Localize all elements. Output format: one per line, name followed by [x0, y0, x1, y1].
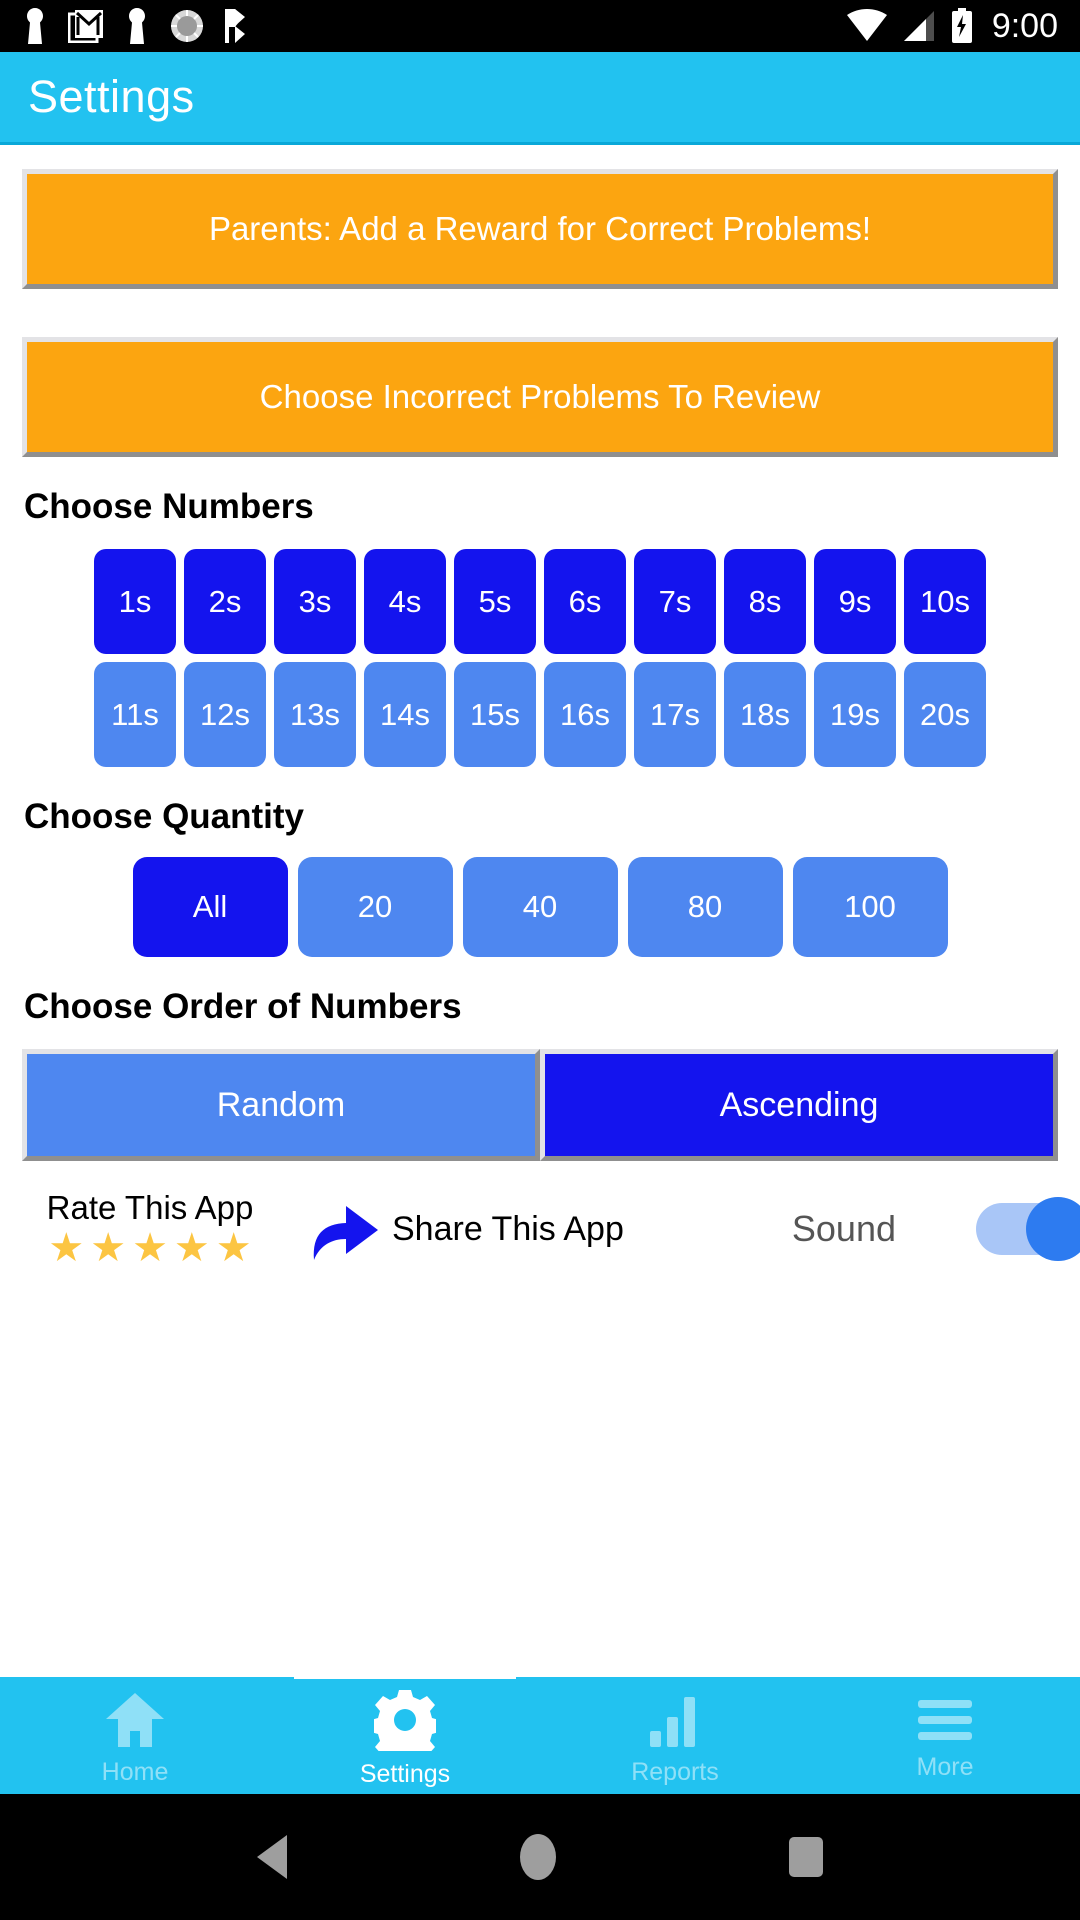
- number-button-15s[interactable]: 15s: [454, 662, 536, 767]
- recents-icon[interactable]: [789, 1837, 824, 1877]
- review-incorrect-problems-button[interactable]: Choose Incorrect Problems To Review: [22, 337, 1058, 457]
- keyhole-icon: [27, 8, 43, 44]
- add-reward-button[interactable]: Parents: Add a Reward for Correct Proble…: [22, 169, 1058, 289]
- rate-this-app-button[interactable]: Rate This App ★ ★ ★ ★ ★: [0, 1188, 300, 1268]
- quantity-row: All 20 40 80 100: [0, 857, 1080, 957]
- choose-quantity-heading: Choose Quantity: [24, 797, 305, 836]
- star-icon[interactable]: ★: [132, 1228, 168, 1268]
- reward-button-wrapper: Parents: Add a Reward for Correct Proble…: [0, 169, 1080, 289]
- number-button-1s[interactable]: 1s: [94, 549, 176, 654]
- quantity-button-20[interactable]: 20: [297, 857, 453, 957]
- quantity-button-40[interactable]: 40: [462, 857, 618, 957]
- nav-item-settings[interactable]: Settings: [270, 1671, 540, 1794]
- rating-stars[interactable]: ★ ★ ★ ★ ★: [48, 1228, 251, 1268]
- order-button-ascending[interactable]: Ascending: [540, 1049, 1058, 1161]
- nav-label-home: Home: [101, 1757, 169, 1786]
- quantity-button-all[interactable]: All: [132, 857, 288, 957]
- share-arrow-icon: [313, 1206, 378, 1260]
- bar-chart-icon: [646, 1691, 704, 1754]
- android-navigation-bar: [0, 1794, 1080, 1920]
- sound-label: Sound: [791, 1208, 896, 1249]
- checkmark-flag-icon: [225, 9, 245, 43]
- clock-dial-icon: [171, 10, 203, 42]
- rate-this-app-label: Rate This App: [46, 1188, 254, 1226]
- choose-numbers-heading: Choose Numbers: [24, 487, 314, 526]
- number-button-16s[interactable]: 16s: [544, 662, 626, 767]
- page-title: Settings: [28, 71, 195, 122]
- number-button-3s[interactable]: 3s: [274, 549, 356, 654]
- number-button-20s[interactable]: 20s: [904, 662, 986, 767]
- nav-label-reports: Reports: [631, 1757, 719, 1786]
- choose-order-heading: Choose Order of Numbers: [24, 987, 462, 1026]
- actions-row: Rate This App ★ ★ ★ ★ ★ Share This App Sound: [0, 1161, 1080, 1281]
- quantity-button-80[interactable]: 80: [627, 857, 783, 957]
- bottom-navigation: Home Settings Reports More: [0, 1671, 1080, 1794]
- nav-active-indicator: [294, 1671, 516, 1679]
- share-this-app-label: Share This App: [392, 1209, 624, 1248]
- number-button-10s[interactable]: 10s: [904, 549, 986, 654]
- nav-item-home[interactable]: Home: [0, 1677, 270, 1794]
- star-icon[interactable]: ★: [216, 1228, 252, 1268]
- number-button-14s[interactable]: 14s: [364, 662, 446, 767]
- battery-charging-icon: [951, 8, 972, 43]
- settings-content: Parents: Add a Reward for Correct Proble…: [0, 145, 1080, 1677]
- nav-label-settings: Settings: [359, 1759, 451, 1788]
- app-bar: Settings: [0, 52, 1080, 145]
- number-button-2s[interactable]: 2s: [184, 549, 266, 654]
- status-bar-notification-icons: [22, 7, 252, 45]
- number-button-4s[interactable]: 4s: [364, 549, 446, 654]
- number-button-8s[interactable]: 8s: [724, 549, 806, 654]
- status-bar-system-icons: 9:00: [846, 7, 1058, 45]
- wifi-icon: [846, 9, 887, 41]
- number-button-5s[interactable]: 5s: [454, 549, 536, 654]
- nav-label-more: More: [916, 1752, 974, 1781]
- number-button-18s[interactable]: 18s: [724, 662, 806, 767]
- numbers-row-2: 11s 12s 13s 14s 15s 16s 17s 18s 19s 20s: [0, 662, 1080, 767]
- status-bar: 9:00: [0, 0, 1080, 52]
- order-row: Random Ascending: [0, 1049, 1080, 1161]
- star-icon[interactable]: ★: [90, 1228, 126, 1268]
- nav-item-more[interactable]: More: [810, 1677, 1080, 1794]
- back-icon[interactable]: [256, 1835, 287, 1879]
- star-icon[interactable]: ★: [174, 1228, 210, 1268]
- star-icon[interactable]: ★: [48, 1228, 84, 1268]
- number-button-11s[interactable]: 11s: [94, 662, 176, 767]
- number-button-17s[interactable]: 17s: [634, 662, 716, 767]
- phone-screen: 9:00 Settings Parents: Add a Reward for …: [0, 0, 1080, 1920]
- sound-setting: Sound: [791, 1197, 1080, 1261]
- cell-signal-icon: [903, 11, 934, 41]
- gmail-icon: [68, 10, 103, 43]
- hamburger-icon: [916, 1696, 974, 1749]
- number-button-19s[interactable]: 19s: [814, 662, 896, 767]
- number-button-12s[interactable]: 12s: [184, 662, 266, 767]
- numbers-row-1: 1s 2s 3s 4s 5s 6s 7s 8s 9s 10s: [0, 549, 1080, 654]
- home-icon: [104, 1691, 166, 1754]
- number-button-13s[interactable]: 13s: [274, 662, 356, 767]
- gear-icon: [371, 1689, 439, 1762]
- review-button-wrapper: Choose Incorrect Problems To Review: [0, 337, 1080, 457]
- quantity-button-100[interactable]: 100: [792, 857, 948, 957]
- nav-item-reports[interactable]: Reports: [540, 1677, 810, 1794]
- number-button-6s[interactable]: 6s: [544, 549, 626, 654]
- share-this-app-button[interactable]: Share This App: [306, 1194, 624, 1264]
- sound-toggle[interactable]: [976, 1197, 1080, 1261]
- sound-toggle-knob: [1026, 1197, 1080, 1261]
- home-icon[interactable]: [519, 1834, 556, 1880]
- number-button-7s[interactable]: 7s: [634, 549, 716, 654]
- keyhole-icon: [129, 8, 145, 44]
- order-button-random[interactable]: Random: [22, 1049, 540, 1161]
- status-bar-clock: 9:00: [991, 7, 1058, 45]
- number-button-9s[interactable]: 9s: [814, 549, 896, 654]
